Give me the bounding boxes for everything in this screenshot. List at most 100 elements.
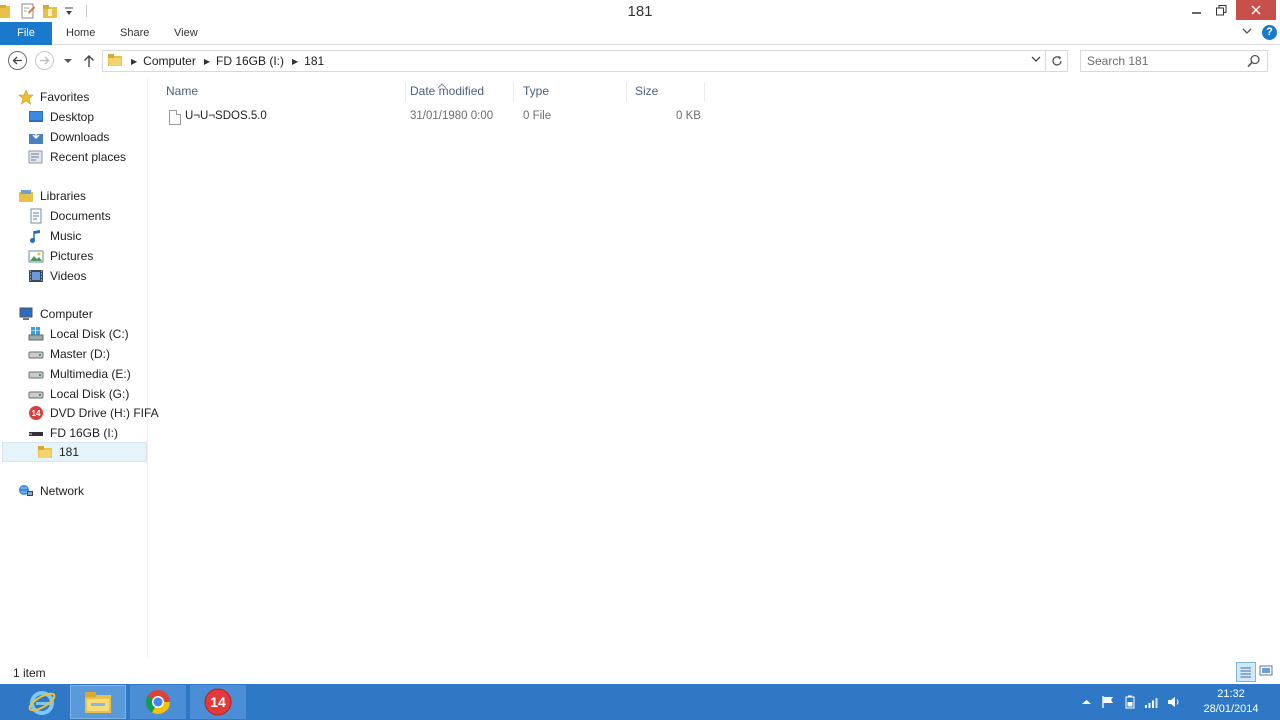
nav-drive-g[interactable]: Local Disk (G:) <box>28 384 129 404</box>
clock-time: 21:32 <box>1217 688 1245 700</box>
nav-label: Local Disk (C:) <box>50 327 129 341</box>
clock-date: 28/01/2014 <box>1203 703 1259 715</box>
arrow-up-icon <box>84 55 94 67</box>
downloads-icon <box>28 129 44 145</box>
nav-label: FD 16GB (I:) <box>50 426 119 440</box>
show-hidden-icons-icon[interactable] <box>1078 694 1094 710</box>
nav-label: Multimedia (E:) <box>50 367 131 381</box>
nav-label: Documents <box>50 209 111 223</box>
system-tray <box>1078 684 1188 720</box>
up-button[interactable] <box>79 51 99 71</box>
nav-folder-181[interactable]: 181 <box>2 442 147 462</box>
file-row[interactable]: U¬U¬SDOS.5.0 31/01/1980 0:00 0 File 0 KB <box>160 107 710 129</box>
navigation-pane: Favorites Desktop Downloads Recent place… <box>0 78 159 658</box>
item-count: 1 item <box>13 666 46 680</box>
nav-desktop[interactable]: Desktop <box>28 107 94 127</box>
column-header-size[interactable]: Size <box>629 82 705 102</box>
file-icon <box>169 110 181 125</box>
nav-label: Network <box>40 484 85 498</box>
desktop-icon <box>28 109 44 125</box>
breadcrumb-chevron-icon[interactable]: ▶ <box>292 57 298 66</box>
column-header-type[interactable]: Type <box>517 82 627 102</box>
nav-downloads[interactable]: Downloads <box>28 127 109 147</box>
details-view-button[interactable] <box>1236 662 1256 682</box>
details-view-icon <box>1240 667 1251 678</box>
tab-share[interactable]: Share <box>106 22 163 45</box>
file-date: 31/01/1980 0:00 <box>410 110 494 122</box>
taskbar-file-explorer[interactable] <box>70 685 126 719</box>
ribbon-tabs: File Home Share View ? <box>0 22 1280 45</box>
nav-drive-c[interactable]: Local Disk (C:) <box>28 324 129 344</box>
action-center-flag-icon[interactable] <box>1100 694 1116 710</box>
refresh-icon <box>1051 56 1062 66</box>
close-button[interactable] <box>1236 0 1276 20</box>
help-icon[interactable]: ? <box>1262 25 1277 40</box>
nav-label: Desktop <box>50 110 95 124</box>
internet-explorer-icon <box>28 691 56 715</box>
network-icon <box>18 483 34 499</box>
clock[interactable]: 21:32 28/01/2014 <box>1196 687 1266 717</box>
chevron-down-icon[interactable] <box>1031 54 1041 66</box>
nav-label: Libraries <box>40 189 87 203</box>
breadcrumb-drive[interactable]: FD 16GB (I:) <box>216 54 284 68</box>
nav-recent-places[interactable]: Recent places <box>28 147 126 167</box>
nav-drive-d[interactable]: Master (D:) <box>28 344 110 364</box>
fifa-14-icon: 14 <box>204 688 232 716</box>
column-header-name[interactable]: Name <box>160 82 447 102</box>
expand-ribbon-icon[interactable] <box>1242 26 1252 39</box>
nav-documents[interactable]: Documents <box>28 206 111 226</box>
file-explorer-icon <box>85 692 111 713</box>
status-bar: 1 item <box>0 660 1280 684</box>
back-button[interactable] <box>8 51 27 70</box>
search-box <box>1080 50 1268 72</box>
tab-file[interactable]: File <box>0 22 52 45</box>
large-icons-view-button[interactable] <box>1259 664 1273 678</box>
restore-button[interactable] <box>1206 0 1236 20</box>
nav-network[interactable]: Network <box>18 481 84 501</box>
chevron-down-icon <box>64 59 72 63</box>
network-signal-icon[interactable] <box>1144 694 1160 710</box>
breadcrumb-chevron-icon[interactable]: ▶ <box>204 57 210 66</box>
breadcrumb-computer[interactable]: Computer <box>143 54 196 68</box>
search-icon[interactable] <box>1247 54 1261 68</box>
usb-drive-icon <box>28 425 44 441</box>
nav-libraries[interactable]: Libraries <box>18 186 86 206</box>
folder-icon <box>107 53 123 70</box>
arrow-left-icon <box>12 56 22 65</box>
chrome-icon <box>145 690 170 715</box>
taskbar-fifa-14[interactable]: 14 <box>190 685 246 719</box>
svg-text:14: 14 <box>32 409 41 418</box>
taskbar-internet-explorer[interactable] <box>14 685 70 719</box>
address-toolbar: ▶ Computer ▶ FD 16GB (I:) ▶ 181 <box>0 46 1280 76</box>
nav-music[interactable]: Music <box>28 226 81 246</box>
nav-label: Music <box>50 229 82 243</box>
nav-label: Recent places <box>50 150 127 164</box>
restore-icon <box>1215 4 1226 15</box>
nav-videos[interactable]: Videos <box>28 266 86 286</box>
nav-label: Pictures <box>50 249 94 263</box>
refresh-button[interactable] <box>1046 50 1068 72</box>
nav-drive-i[interactable]: FD 16GB (I:) <box>28 423 118 443</box>
videos-icon <box>28 268 44 284</box>
recent-locations-button[interactable] <box>58 51 78 71</box>
tab-view[interactable]: View <box>160 22 212 45</box>
column-header-date[interactable]: Date modified <box>404 82 514 102</box>
taskbar-chrome[interactable] <box>130 685 186 719</box>
breadcrumb-folder[interactable]: 181 <box>304 54 324 68</box>
nav-drive-e[interactable]: Multimedia (E:) <box>28 364 131 384</box>
nav-pictures[interactable]: Pictures <box>28 246 93 266</box>
nav-computer[interactable]: Computer <box>18 304 93 324</box>
search-input[interactable] <box>1087 51 1247 71</box>
forward-button[interactable] <box>35 51 54 70</box>
address-bar[interactable]: ▶ Computer ▶ FD 16GB (I:) ▶ 181 <box>102 50 1046 72</box>
breadcrumb-chevron-icon[interactable]: ▶ <box>131 57 137 66</box>
volume-icon[interactable] <box>1166 694 1182 710</box>
battery-icon[interactable] <box>1122 694 1138 710</box>
window-title: 181 <box>627 3 653 20</box>
nav-label: Favorites <box>40 90 90 104</box>
nav-label: Master (D:) <box>50 347 110 361</box>
title-bar: 181 <box>0 0 1280 22</box>
tab-home[interactable]: Home <box>52 22 109 45</box>
nav-favorites[interactable]: Favorites <box>18 87 89 107</box>
nav-drive-h[interactable]: 14 DVD Drive (H:) FIFA <box>28 403 159 423</box>
